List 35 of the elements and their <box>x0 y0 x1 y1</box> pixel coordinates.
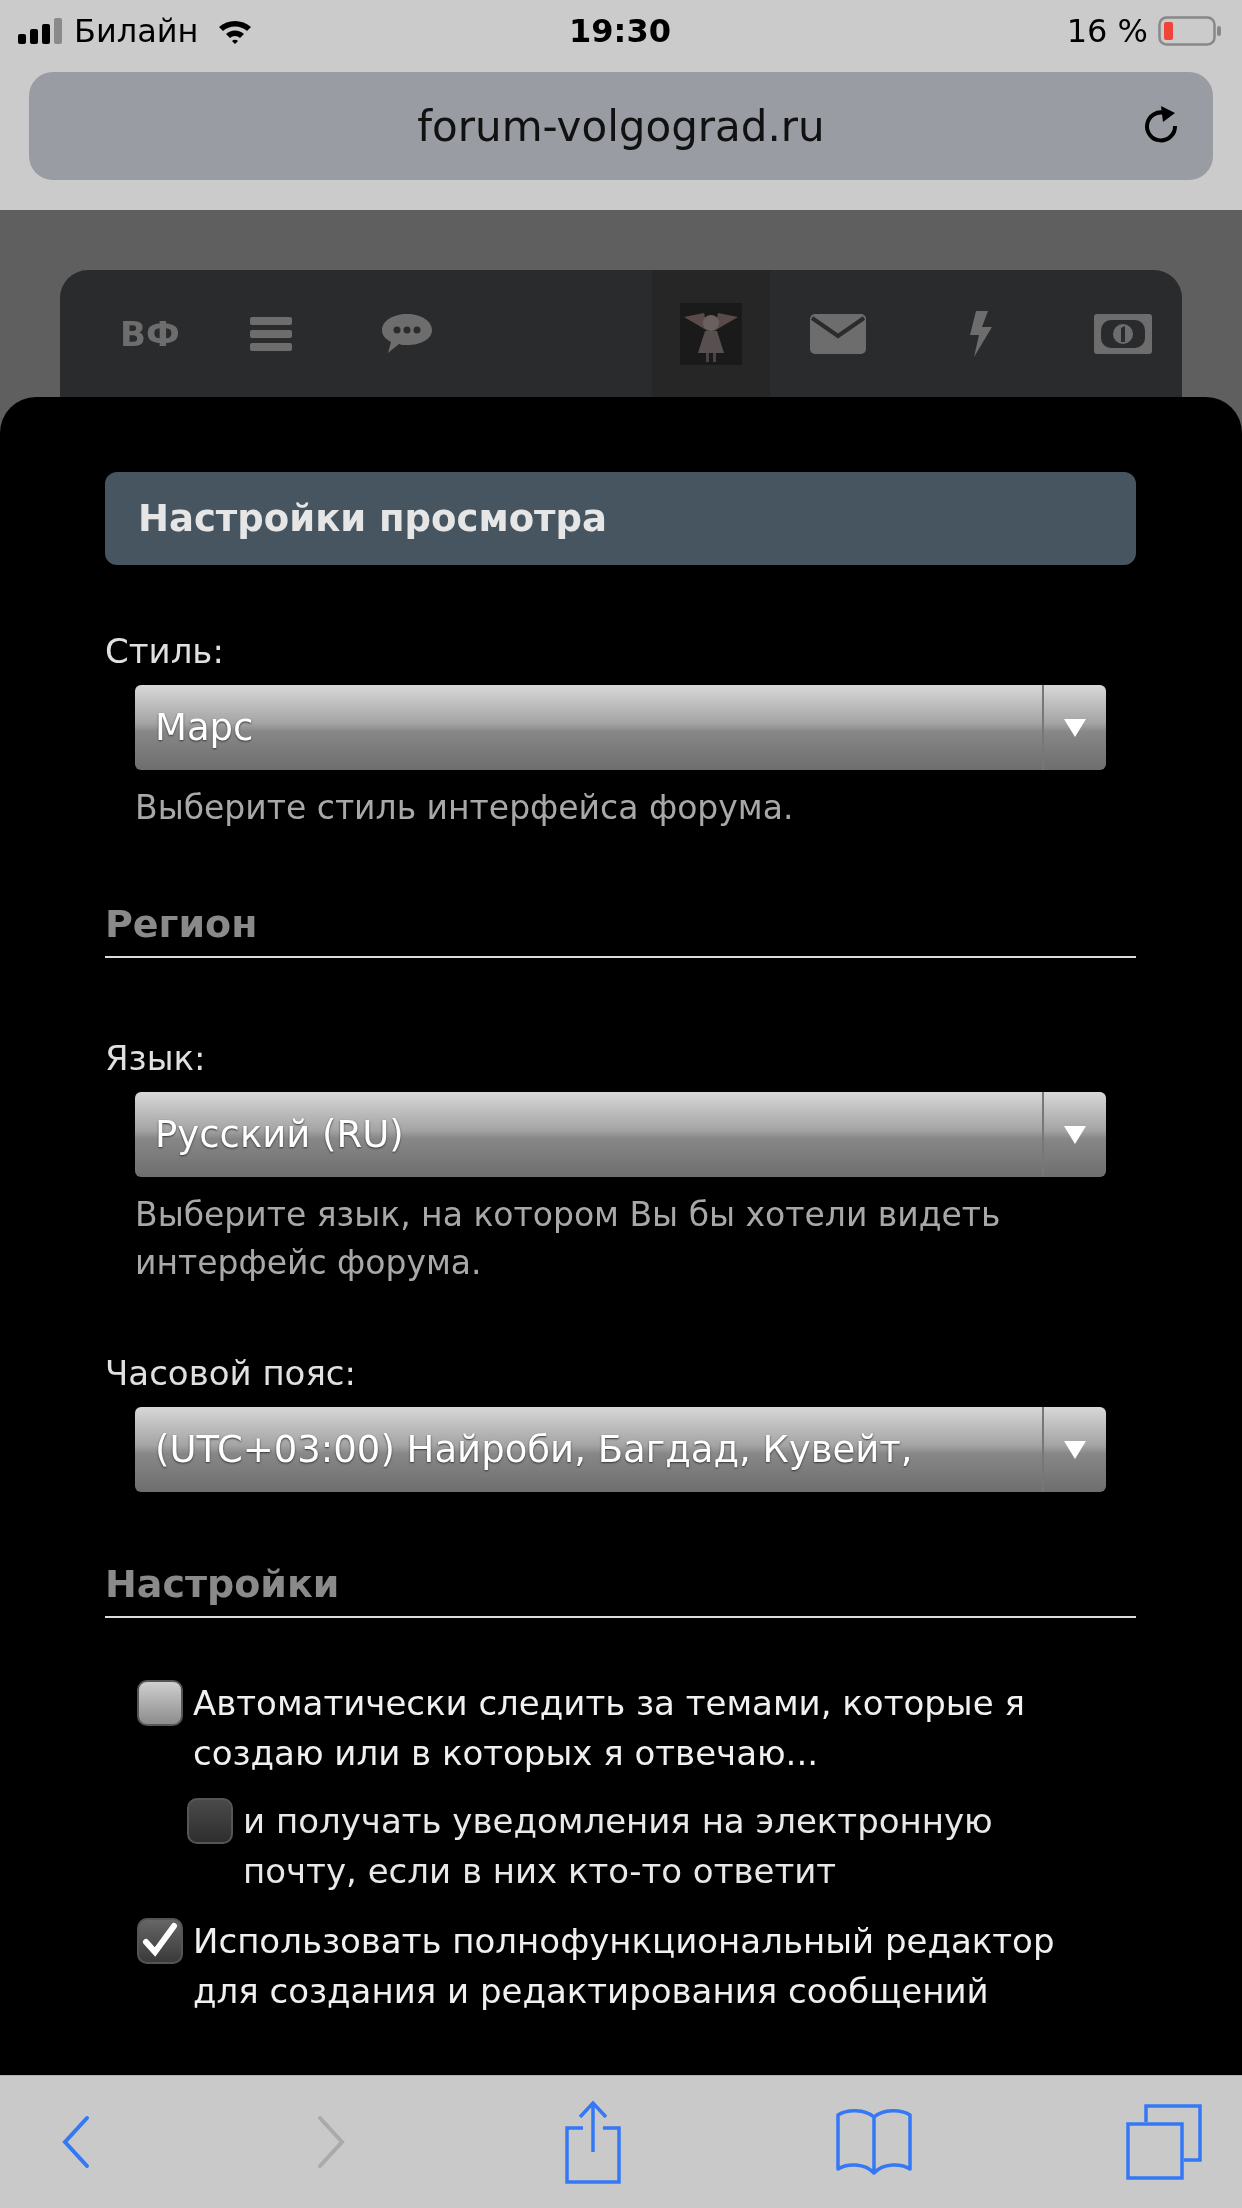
envelope-icon[interactable] <box>809 313 866 354</box>
section-heading: Регион <box>105 902 1136 958</box>
dropdown[interactable]: (UTC+03:00) Найроби, Багдад, Кувейт, <box>135 1407 1106 1492</box>
forum-logo[interactable]: ВФ <box>120 313 180 354</box>
dropdown-arrow-icon <box>1064 1440 1086 1459</box>
field-label: Часовой пояс: <box>105 1353 357 1393</box>
dropdown[interactable]: Русский (RU) <box>135 1092 1106 1177</box>
dropdown-arrow-icon <box>1064 718 1086 737</box>
banknote-icon[interactable] <box>1093 313 1152 354</box>
field-label: Стиль: <box>105 631 225 671</box>
battery-percent: 16 % <box>1066 12 1148 50</box>
section-heading: Настройки <box>105 1562 1136 1618</box>
address-bar[interactable]: forum-volgograd.ru <box>29 72 1213 180</box>
dropdown[interactable]: Марс <box>135 685 1106 770</box>
checkbox[interactable] <box>137 1918 183 1964</box>
battery-icon <box>1158 16 1222 46</box>
tabs-icon[interactable] <box>1126 2104 1202 2180</box>
avatar-button[interactable] <box>651 270 770 397</box>
field-label: Язык: <box>105 1038 207 1078</box>
clock-time: 19:30 <box>569 12 671 50</box>
checkbox-label: Автоматически следить за темами, которые я создаю или в которых я отвечаю... <box>193 1682 1026 1775</box>
chat-bubble-icon[interactable] <box>381 313 432 354</box>
hint-text: Выберите язык, на котором Вы бы хотели видеть интерфейс форума. <box>135 1194 1002 1284</box>
bookmarks-icon[interactable] <box>835 2107 914 2177</box>
lightning-icon[interactable] <box>967 310 994 357</box>
signal-icon <box>18 18 64 44</box>
menu-icon[interactable] <box>249 316 292 351</box>
checkbox-label: Использовать полнофункциональный редактор для создания и редактирования сообщений <box>193 1920 1056 2013</box>
dropdown-arrow-icon <box>1064 1125 1086 1144</box>
hint-text: Выберите стиль интерфейса форума. <box>135 787 795 829</box>
carrier-name: Билайн <box>74 12 199 50</box>
panel-title: Настройки просмотра <box>105 472 1136 565</box>
checkbox-label: и получать уведомления на электронную почту, если в них кто-то ответит <box>243 1800 994 1893</box>
share-icon[interactable] <box>562 2100 623 2184</box>
checkbox[interactable] <box>137 1680 183 1726</box>
